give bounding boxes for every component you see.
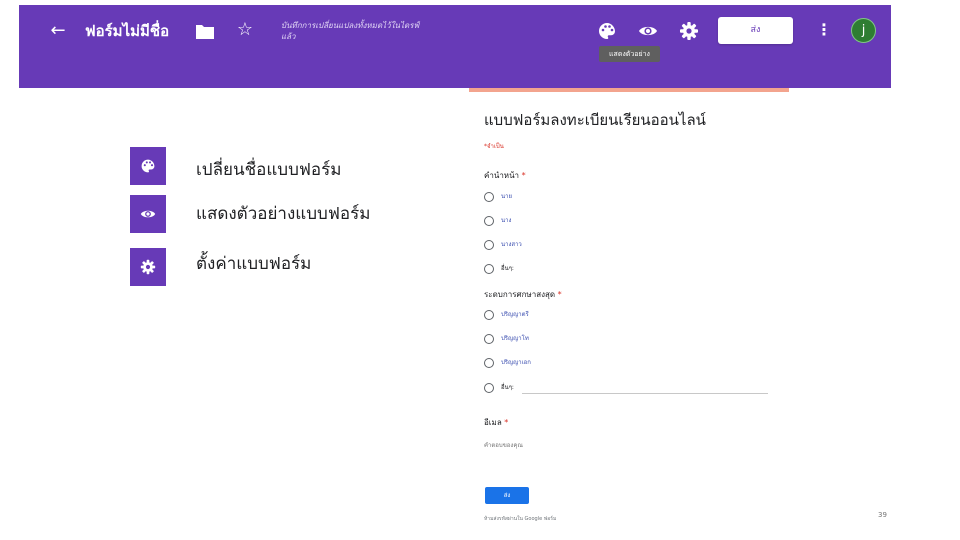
- form-accent-bar: [469, 88, 789, 92]
- required-note: *จำเป็น: [484, 143, 504, 150]
- eye-icon: [140, 210, 156, 218]
- radio-button[interactable]: [484, 383, 494, 393]
- legend-label-rename: เปลี่ยนชื่อแบบฟอร์ม: [196, 160, 342, 180]
- gear-icon[interactable]: [679, 21, 699, 41]
- question-title-prefix: คำนำหน้า *: [484, 171, 526, 180]
- form-title: แบบฟอร์มลงทะเบียนเรียนออนไลน์: [484, 111, 706, 129]
- app-header: ← ฟอร์มไม่มีชื่อ ☆ บันทึกการเปลี่ยนแปลงท…: [19, 5, 891, 88]
- option-label: นางสาว: [501, 241, 522, 248]
- radio-option[interactable]: อื่นๆ:: [484, 263, 514, 275]
- password-warning: ห้ามส่งรหัสผ่านใน Google ฟอร์ม: [484, 516, 557, 522]
- radio-button[interactable]: [484, 192, 494, 202]
- option-label: ปริญญาโท: [501, 335, 529, 342]
- folder-icon[interactable]: [195, 22, 215, 40]
- radio-button[interactable]: [484, 240, 494, 250]
- legend-palette-tile: [130, 147, 166, 185]
- question-title-email: อีเมล *: [484, 418, 509, 427]
- palette-icon: [141, 159, 155, 173]
- arrow-left-icon[interactable]: ←: [48, 21, 68, 41]
- submit-button[interactable]: ส่ง: [485, 487, 529, 504]
- star-icon[interactable]: ☆: [235, 20, 255, 40]
- required-star: *: [557, 290, 562, 299]
- option-label: ปริญญาตรี: [501, 311, 529, 318]
- radio-option[interactable]: ปริญญาโท: [484, 333, 529, 345]
- radio-option[interactable]: ปริญญาเอก: [484, 357, 531, 369]
- legend-label-preview: แสดงตัวอย่างแบบฟอร์ม: [196, 204, 371, 224]
- form-name-title[interactable]: ฟอร์มไม่มีชื่อ: [85, 20, 169, 42]
- other-text-field[interactable]: [522, 393, 768, 394]
- option-label: นาย: [501, 193, 512, 200]
- option-label: อื่นๆ:: [501, 384, 514, 391]
- radio-button[interactable]: [484, 264, 494, 274]
- more-vert-icon[interactable]: ⋮: [816, 20, 832, 40]
- option-label: นาง: [501, 217, 512, 224]
- legend-label-settings: ตั้งค่าแบบฟอร์ม: [196, 254, 312, 274]
- radio-option[interactable]: ปริญญาตรี: [484, 309, 529, 321]
- radio-option[interactable]: นาย: [484, 191, 512, 203]
- option-label: อื่นๆ:: [501, 265, 514, 272]
- question-title-education: ระดบการศกษาสงสุด *: [484, 290, 562, 299]
- radio-button[interactable]: [484, 358, 494, 368]
- legend-preview-tile: [130, 195, 166, 233]
- radio-option[interactable]: นางสาว: [484, 239, 522, 251]
- page-number: 39: [878, 511, 887, 519]
- avatar[interactable]: j: [851, 18, 876, 43]
- option-label: ปริญญาเอก: [501, 359, 531, 366]
- radio-option[interactable]: นาง: [484, 215, 511, 227]
- required-star: *: [521, 171, 526, 180]
- legend-settings-tile: [130, 248, 166, 286]
- palette-icon[interactable]: [597, 21, 617, 41]
- preview-tooltip: แสดงตัวอย่าง: [599, 46, 660, 62]
- gear-icon: [140, 259, 156, 275]
- radio-button[interactable]: [484, 310, 494, 320]
- eye-icon[interactable]: [638, 21, 658, 41]
- radio-button[interactable]: [484, 216, 494, 226]
- radio-option[interactable]: อื่นๆ:: [484, 382, 514, 394]
- required-star: *: [504, 418, 509, 427]
- send-button[interactable]: ส่ง: [718, 17, 793, 44]
- radio-button[interactable]: [484, 334, 494, 344]
- email-field[interactable]: [484, 440, 684, 452]
- save-status: บันทึกการเปลี่ยนแปลงทั้งหมดไว้ในไดรฟ์แล้…: [281, 21, 420, 41]
